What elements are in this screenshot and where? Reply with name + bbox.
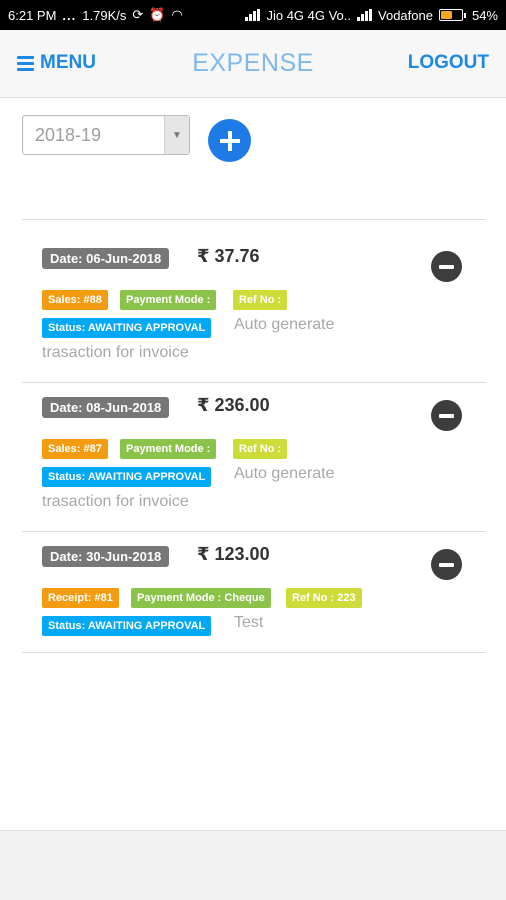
amount: ₹ 236.00 (197, 395, 270, 415)
alarm-icon: ⏰ (149, 7, 166, 22)
date-badge: Date: 30-Jun-2018 (42, 546, 170, 567)
ref-no-tag: Ref No : (233, 290, 288, 310)
expense-entry: Date: 08-Jun-2018 ₹ 236.00 Sales: #87 Pa… (22, 383, 486, 531)
minus-icon (439, 264, 454, 269)
amount: ₹ 37.76 (197, 246, 260, 266)
carrier-1: Jio 4G 4G Vo.. (266, 7, 352, 23)
dropdown-arrow-icon: ▼ (164, 116, 189, 154)
expense-entry: Date: 06-Jun-2018 ₹ 37.76 Sales: #88 Pay… (22, 220, 486, 382)
date-badge: Date: 06-Jun-2018 (42, 248, 170, 269)
battery-fill (440, 11, 452, 19)
app-bar: MENU EXPENSE LOGOUT (0, 30, 506, 98)
remove-entry-button[interactable] (431, 549, 462, 580)
bottom-bar (0, 830, 506, 900)
signal-icon (357, 9, 373, 21)
wifi-icon: ◠ (171, 7, 183, 22)
payment-mode-tag: Payment Mode : (120, 290, 217, 310)
year-select[interactable]: 2018-19 ▼ (22, 115, 190, 155)
minus-icon (439, 413, 454, 418)
remove-entry-button[interactable] (431, 251, 462, 282)
status-time: 6:21 PM (8, 7, 57, 23)
date-badge: Date: 08-Jun-2018 (42, 397, 170, 418)
remove-entry-button[interactable] (431, 400, 462, 431)
year-select-value: 2018-19 (35, 125, 102, 145)
signal-icon (245, 9, 261, 21)
divider (22, 652, 486, 653)
plus-icon (219, 130, 240, 151)
reference-tag: Receipt: #81 (42, 588, 119, 608)
network-speed: 1.79K/s (82, 7, 127, 23)
ref-no-tag: Ref No : 223 (286, 588, 362, 608)
battery-percent: 54% (471, 7, 498, 23)
reference-tag: Sales: #87 (42, 439, 108, 459)
sync-icon: ⟳ (132, 7, 144, 22)
notification-dots: ... (62, 7, 77, 23)
description: Test (234, 614, 264, 631)
minus-icon (439, 562, 454, 567)
reference-tag: Sales: #88 (42, 290, 108, 310)
expense-entry: Date: 30-Jun-2018 ₹ 123.00 Receipt: #81 … (22, 532, 486, 652)
add-expense-button[interactable] (208, 119, 251, 162)
carrier-2: Vodafone (378, 7, 433, 23)
payment-mode-tag: Payment Mode : Cheque (131, 588, 271, 608)
logout-button[interactable]: LOGOUT (408, 52, 489, 74)
description: Auto generate trasaction for invoice (42, 465, 335, 510)
amount: ₹ 123.00 (197, 544, 270, 564)
description: Auto generate trasaction for invoice (42, 316, 335, 361)
status-bar: 6:21 PM ... 1.79K/s ⟳ ⏰ ◠ Jio 4G 4G Vo..… (0, 0, 506, 30)
payment-mode-tag: Payment Mode : (120, 439, 217, 459)
ref-no-tag: Ref No : (233, 439, 288, 459)
battery-icon (438, 9, 466, 21)
